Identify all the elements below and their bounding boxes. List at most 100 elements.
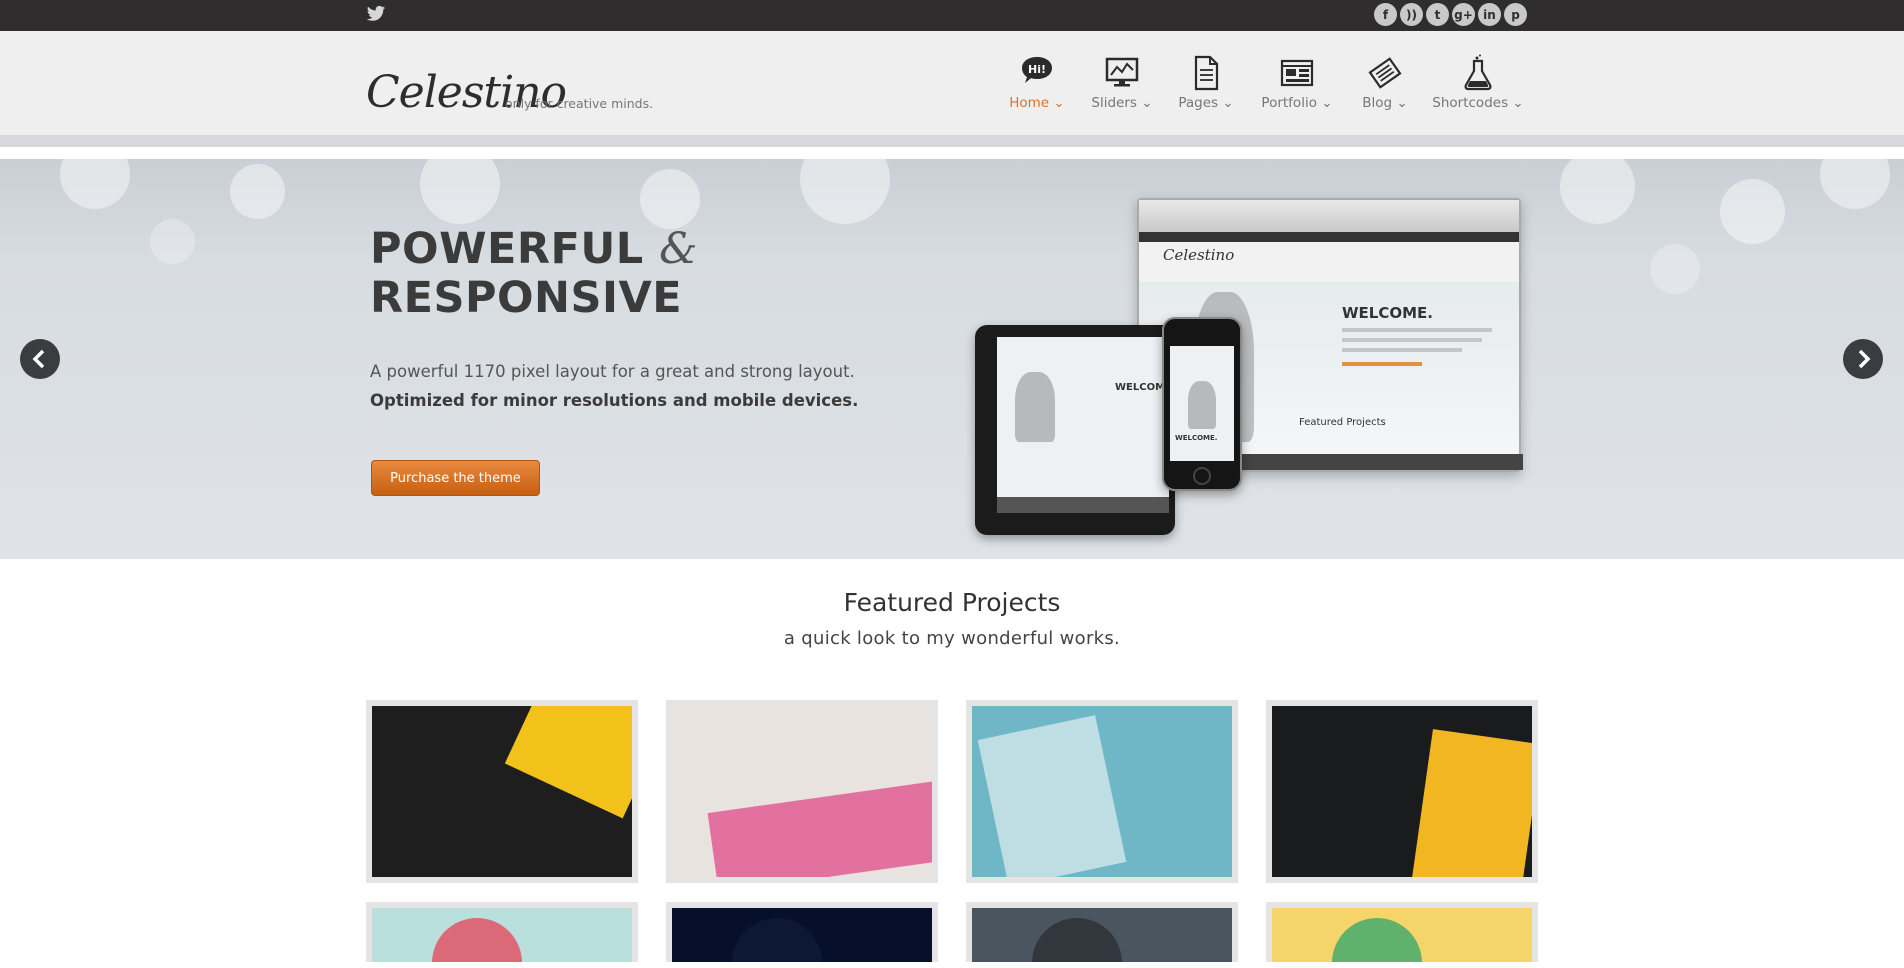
featured-subtitle: a quick look to my wonderful works. [783, 628, 1121, 649]
project-dark-navy [672, 908, 932, 962]
featured-title: Featured Projects [843, 588, 1061, 617]
thumbnail-accent-shape [977, 715, 1127, 877]
bokeh-light [60, 159, 130, 209]
chevron-down-icon: ⌄ [1512, 95, 1524, 111]
thumbnail-accent-shape [1412, 729, 1532, 877]
nav-label-shortcodes: Shortcodes [1432, 95, 1509, 111]
tablet-mockup: WELCOME. [975, 325, 1176, 535]
bokeh-light [1560, 159, 1635, 224]
nav-item-blog[interactable]: Blog ⌄ [1335, 53, 1435, 111]
project-thumbnail[interactable] [966, 902, 1238, 962]
hero-text-line1: A powerful 1170 pixel layout for a great… [370, 362, 855, 381]
bokeh-light [1650, 244, 1700, 294]
hero-title-ampersand: & [659, 224, 698, 274]
project-octopus-mug [372, 908, 632, 962]
bokeh-light [230, 164, 285, 219]
bokeh-light [150, 219, 195, 264]
mockup-text-line [1342, 338, 1482, 342]
project-pink-pattern-card [672, 706, 932, 877]
project-nil-studios-card [972, 706, 1232, 877]
chevron-down-icon: ⌄ [1141, 95, 1153, 111]
tablet-person-image [1015, 372, 1055, 442]
mockup-header: Celestino [1139, 242, 1519, 282]
svg-text:Hi!: Hi! [1028, 63, 1046, 76]
chevron-right-icon [1858, 349, 1871, 369]
phone-welcome: WELCOME. [1175, 434, 1218, 442]
mockup-featured-title: Featured Projects [1299, 417, 1386, 428]
purchase-button[interactable]: Purchase the theme [371, 460, 540, 496]
nav-label-blog: Blog [1362, 95, 1393, 111]
browser-chrome [1139, 200, 1519, 232]
chevron-left-icon [32, 349, 45, 369]
project-thumbnail[interactable] [1266, 902, 1538, 962]
nav-label-pages: Pages [1178, 95, 1219, 111]
nav-item-portfolio[interactable]: Portfolio ⌄ [1247, 53, 1347, 111]
newspaper-icon [1368, 57, 1402, 89]
active-nav-pointer [1024, 137, 1048, 147]
tablet-screen: WELCOME. [997, 337, 1176, 513]
phone-screen: WELCOME. [1170, 346, 1234, 461]
slider-next-button[interactable] [1843, 339, 1883, 379]
hero-title-line1: POWERFUL [370, 224, 644, 274]
project-thumbnail[interactable] [1266, 700, 1538, 883]
mockup-text-line [1342, 348, 1462, 352]
site-header: Celestino only for creative minds. Hi! H… [0, 31, 1904, 147]
project-portrait-hair [972, 908, 1232, 962]
hero-description: A powerful 1170 pixel layout for a great… [370, 357, 858, 415]
project-thumbnail[interactable] [666, 700, 938, 883]
tablet-thumbnails [997, 497, 1169, 513]
twitter-icon[interactable]: t [1426, 3, 1449, 26]
bokeh-light [420, 159, 500, 224]
main-nav: Hi! Home ⌄ Sliders ⌄ Pages ⌄ Portfolio ⌄… [0, 31, 1904, 147]
project-miller-bob-card [372, 706, 632, 877]
document-icon [1194, 55, 1219, 91]
chevron-down-icon: ⌄ [1321, 95, 1333, 111]
thumbnail-accent-shape [1332, 918, 1422, 962]
bokeh-light [1820, 159, 1890, 209]
layout-grid-icon [1280, 59, 1314, 87]
hero-title-line2: RESPONSIVE [370, 273, 683, 323]
googleplus-icon[interactable]: g+ [1452, 3, 1475, 26]
thumbnail-accent-shape [432, 918, 522, 962]
twitter-icon[interactable] [366, 5, 386, 23]
chevron-down-icon: ⌄ [1396, 95, 1408, 111]
social-links: f)) t g+ in p [1374, 3, 1527, 26]
phone-mockup: WELCOME. [1162, 317, 1242, 491]
facebook-icon[interactable]: f [1374, 3, 1397, 26]
flask-icon [1464, 54, 1492, 91]
nav-label-sliders: Sliders [1091, 95, 1137, 111]
project-thumbnail[interactable] [966, 700, 1238, 883]
nav-label-portfolio: Portfolio [1261, 95, 1317, 111]
pinterest-icon[interactable]: p [1504, 3, 1527, 26]
project-digitpool-card [1272, 706, 1532, 877]
thumbnail-accent-shape [732, 918, 822, 962]
hero-slider: POWERFUL & RESPONSIVE A powerful 1170 pi… [0, 159, 1904, 559]
thumbnail-accent-shape [504, 706, 632, 819]
project-yellow-illustration [1272, 908, 1532, 962]
bokeh-light [800, 159, 890, 224]
nav-item-shortcodes[interactable]: Shortcodes ⌄ [1428, 53, 1528, 111]
project-thumbnail[interactable] [366, 700, 638, 883]
rss-icon[interactable]: )) [1400, 3, 1423, 26]
hero-title: POWERFUL & RESPONSIVE [370, 225, 698, 323]
mockup-accent-line [1342, 362, 1422, 366]
mockup-topbar [1139, 232, 1519, 242]
phone-person-image [1188, 381, 1216, 429]
project-thumbnail[interactable] [666, 902, 938, 962]
project-thumbnail[interactable] [366, 902, 638, 962]
bokeh-light [1720, 179, 1785, 244]
phone-home-button [1193, 467, 1211, 485]
top-bar: f)) t g+ in p [0, 0, 1904, 31]
hero-text-line2: Optimized for minor resolutions and mobi… [370, 391, 859, 410]
mockup-text-line [1342, 328, 1492, 332]
linkedin-icon[interactable]: in [1478, 3, 1501, 26]
thumbnail-accent-shape [1032, 918, 1122, 962]
bokeh-light [640, 169, 700, 229]
slider-prev-button[interactable] [20, 339, 60, 379]
mockup-welcome: WELCOME. [1342, 304, 1433, 322]
monitor-chart-icon [1105, 57, 1139, 87]
nav-label-home: Home [1009, 95, 1050, 111]
nav-item-pages[interactable]: Pages ⌄ [1156, 53, 1256, 111]
thumbnail-accent-shape [707, 779, 932, 877]
chevron-down-icon: ⌄ [1222, 95, 1234, 111]
